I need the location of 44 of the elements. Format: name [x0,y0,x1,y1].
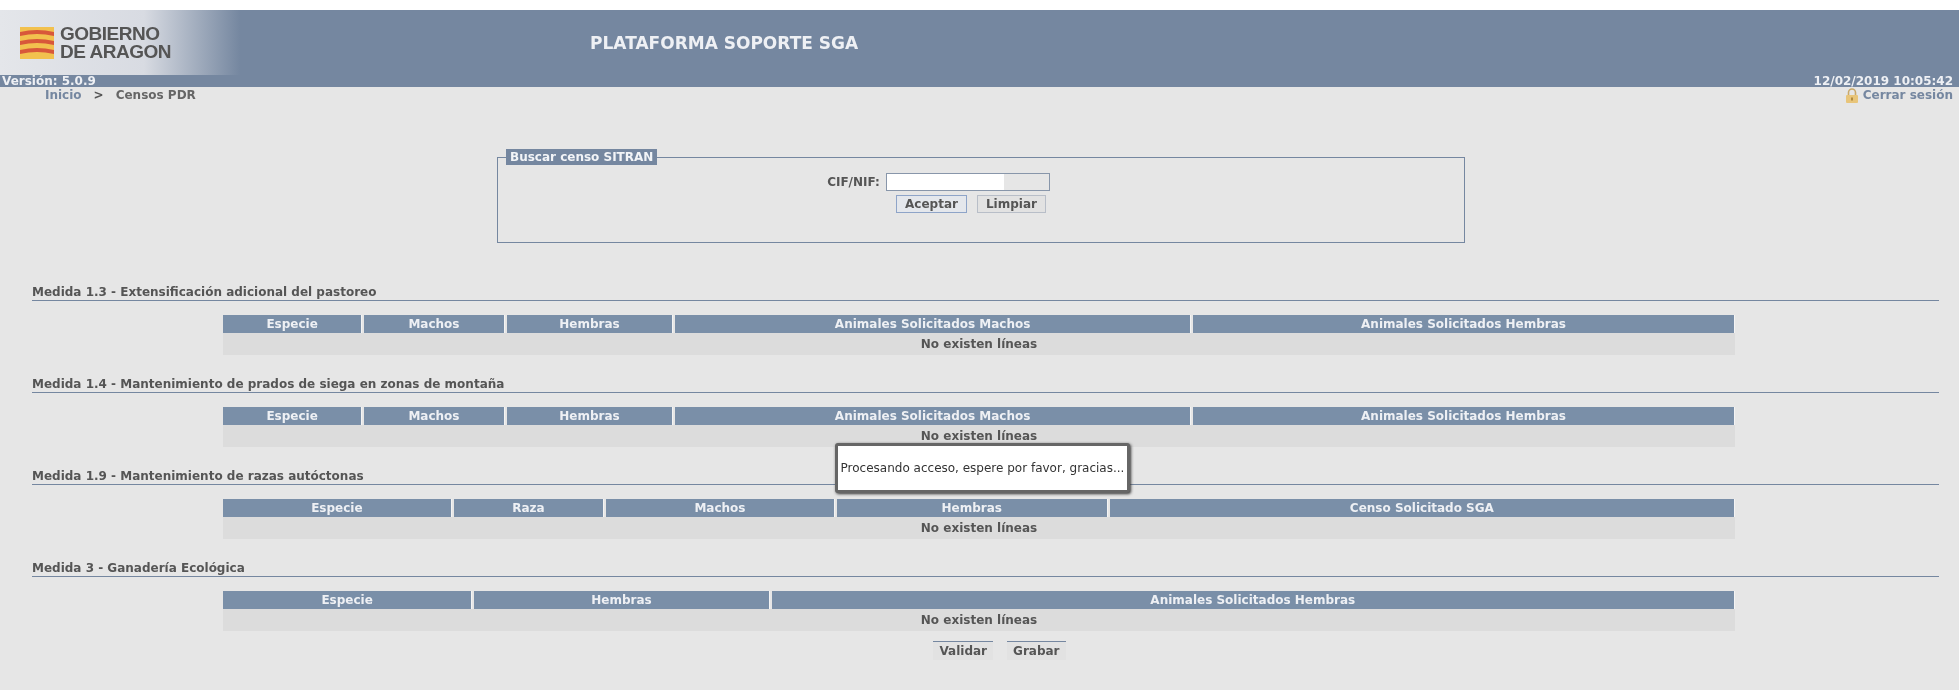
column-header: Hembras [506,407,674,425]
column-header: Especie [223,591,473,609]
breadcrumb-link[interactable]: Inicio [45,88,82,102]
column-header: Especie [223,315,363,333]
column-header: Raza [453,499,605,517]
column-header: Machos [364,407,505,425]
flag-stripes-icon [20,26,54,59]
field-label: CIF/NIF: [827,175,880,189]
section-title: Medida 1.4 - Mantenimiento de prados de siega en zonas de montaña [32,377,1939,393]
loading-dialog: Procesando acceso, espere por favor, gracias... [835,443,1130,493]
section-title: Medida 1.3 - Extensificación adicional del pastoreo [32,285,1939,301]
logo-text: GOBIERNO [60,24,161,43]
empty-table-message: No existen líneas [223,425,1735,447]
logo-text: DE ARAGON [60,42,171,61]
column-header: Machos [364,315,505,333]
column-header: Animales Solicitados Hembras [771,591,1735,609]
app-title: PLATAFORMA SOPORTE SGA [590,32,859,53]
column-header: Hembras [474,591,770,609]
validate-button[interactable]: Validar [933,641,994,660]
logout-link[interactable]: Cerrar sesión [1844,87,1953,103]
save-button[interactable]: Grabar [1007,641,1066,660]
empty-table-message: No existen líneas [223,517,1735,539]
clear-button[interactable]: Limpiar [976,195,1046,213]
version-label: Versión: 5.0.9 [2,74,96,88]
cif-nif-input[interactable] [885,173,1050,191]
column-header: Especie [223,407,363,425]
padlock-icon [1844,87,1859,103]
section-title: Medida 3 - Ganadería Ecológica [32,561,1939,577]
date-time: 12/02/2019 10:05:42 [1813,74,1953,88]
column-header: Especie [223,499,452,517]
empty-table-message: No existen líneas [223,609,1735,631]
breadcrumb-separator: > [93,88,104,102]
column-header: Censo Solicitado SGA [1109,499,1735,517]
column-header: Machos [606,499,835,517]
accept-button[interactable]: Aceptar [896,195,967,213]
empty-table-message: No existen líneas [223,333,1735,355]
column-header: Animales Solicitados Machos [675,407,1192,425]
column-header: Hembras [506,315,674,333]
breadcrumb-current: Censos PDR [115,88,196,102]
column-header: Animales Solicitados Hembras [1193,315,1735,333]
panel-legend: Buscar censo SITRAN [506,149,658,165]
column-header: Animales Solicitados Hembras [1193,407,1735,425]
column-header: Animales Solicitados Machos [675,315,1192,333]
column-header: Hembras [836,499,1108,517]
